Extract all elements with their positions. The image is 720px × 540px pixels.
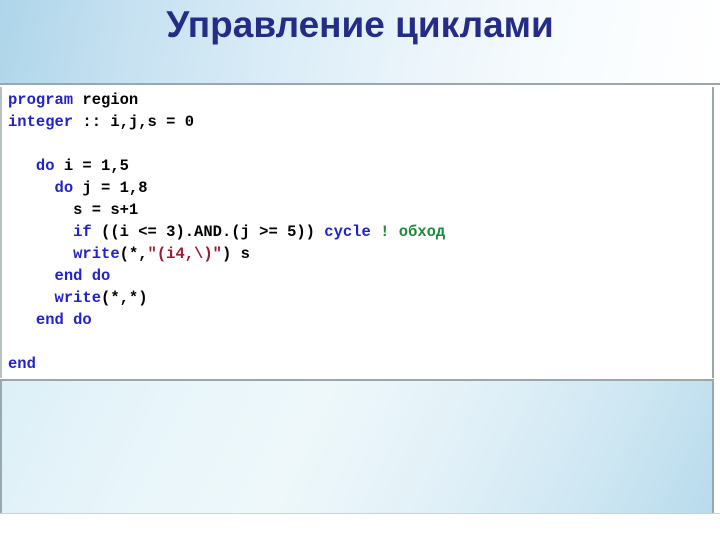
- bottom-content-panel: [0, 379, 714, 513]
- code-token-plain: s = s+1: [8, 201, 139, 219]
- code-token-plain: j = 1,8: [73, 179, 148, 197]
- code-token-kw: end do: [54, 267, 111, 285]
- code-token-cmt: ! обход: [380, 223, 446, 241]
- code-token-kw: do: [35, 157, 55, 175]
- code-token-kw: cycle: [324, 223, 371, 241]
- page-title: Управление циклами: [166, 4, 554, 45]
- code-line: end do: [8, 265, 445, 287]
- code-token-kw: program: [8, 91, 74, 109]
- code-token-plain: region: [73, 91, 139, 109]
- code-line: do i = 1,5: [8, 155, 445, 177]
- code-token-kw: end do: [35, 311, 92, 329]
- code-token-kw: integer: [8, 113, 74, 131]
- bottom-divider: [0, 513, 720, 514]
- code-token-str: "(i4,\)": [147, 245, 222, 263]
- code-line: integer :: i,j,s = 0: [8, 111, 445, 133]
- code-line: s = s+1: [8, 199, 445, 221]
- code-token-plain: ) s: [221, 245, 250, 263]
- code-line: write(*,*): [8, 287, 445, 309]
- code-line: write(*,"(i4,\)") s: [8, 243, 445, 265]
- code-block-panel: program region integer :: i,j,s = 0 do i …: [0, 87, 714, 378]
- code-line: if ((i <= 3).AND.(j >= 5)) cycle ! обход: [8, 221, 445, 243]
- code-line: end: [8, 353, 445, 375]
- code-line: do j = 1,8: [8, 177, 445, 199]
- code-listing: program region integer :: i,j,s = 0 do i …: [8, 89, 445, 375]
- title-banner: Управление циклами: [0, 0, 720, 85]
- code-token-plain: (*,*): [101, 289, 148, 307]
- code-line: program region: [8, 89, 445, 111]
- code-token-kw: end: [8, 355, 36, 373]
- slide: Управление циклами program region integer…: [0, 0, 720, 540]
- code-token-plain: ((i <= 3).AND.(j >= 5)): [91, 223, 325, 241]
- code-token-plain: i = 1,5: [54, 157, 129, 175]
- code-token-kw: do: [54, 179, 74, 197]
- code-token-plain: :: i,j,s = 0: [73, 113, 195, 131]
- code-token-kw: write: [54, 289, 102, 307]
- code-token-kw: write: [73, 245, 120, 263]
- code-token-plain: (*,: [119, 245, 148, 263]
- code-token-kw: if: [73, 223, 92, 241]
- code-line: end do: [8, 309, 445, 331]
